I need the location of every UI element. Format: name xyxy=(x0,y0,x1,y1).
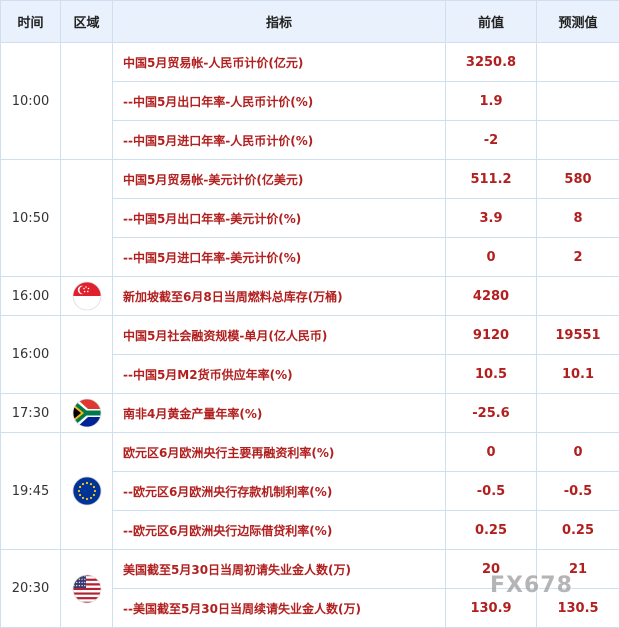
forecast-value xyxy=(537,121,619,160)
region-cell xyxy=(61,277,113,316)
indicator-name: --中国5月出口年率-美元计价(%) xyxy=(113,199,446,238)
forecast-value: 8 xyxy=(537,199,619,238)
table-row: 17:30 南非4月黄金产量年率(%)-25.6 xyxy=(1,394,619,433)
eu-flag-icon xyxy=(72,476,102,506)
forecast-value: 10.1 xyxy=(537,355,619,394)
previous-value: 4280 xyxy=(446,277,537,316)
blank-flag-icon xyxy=(72,338,102,368)
previous-value: 0.25 xyxy=(446,511,537,550)
singapore-flag-icon xyxy=(72,281,102,311)
forecast-value xyxy=(537,82,619,121)
table-row: 16:00中国5月社会融资规模-单月(亿人民币)912019551 xyxy=(1,316,619,355)
region-cell xyxy=(61,160,113,277)
indicator-name: --欧元区6月欧洲央行存款机制利率(%) xyxy=(113,472,446,511)
table-row: 10:50中国5月贸易帐-美元计价(亿美元)511.2580 xyxy=(1,160,619,199)
region-cell xyxy=(61,394,113,433)
indicator-name: 美国截至5月30日当周初请失业金人数(万) xyxy=(113,550,446,589)
release-time: 16:00 xyxy=(1,277,61,316)
previous-value: -25.6 xyxy=(446,394,537,433)
release-time: 10:00 xyxy=(1,43,61,160)
blank-flag-icon xyxy=(72,201,102,231)
header-previous: 前值 xyxy=(446,1,537,43)
indicator-name: 新加坡截至6月8日当周燃料总库存(万桶) xyxy=(113,277,446,316)
release-time: 20:30 xyxy=(1,550,61,628)
table-row: 19:45欧元区6月欧洲央行主要再融资利率(%)00 xyxy=(1,433,619,472)
table-body: 10:00中国5月贸易帐-人民币计价(亿元)3250.8--中国5月出口年率-人… xyxy=(1,43,619,628)
usa-flag-icon xyxy=(72,574,102,604)
table-header-row: 时间 区域 指标 前值 预测值 xyxy=(1,1,619,43)
indicator-name: 中国5月贸易帐-美元计价(亿美元) xyxy=(113,160,446,199)
indicator-name: --中国5月出口年率-人民币计价(%) xyxy=(113,82,446,121)
indicator-name: 中国5月社会融资规模-单月(亿人民币) xyxy=(113,316,446,355)
economic-calendar-table: 时间 区域 指标 前值 预测值 10:00中国5月贸易帐-人民币计价(亿元)32… xyxy=(0,0,619,628)
region-cell xyxy=(61,316,113,394)
indicator-name: --美国截至5月30日当周续请失业金人数(万) xyxy=(113,589,446,628)
region-cell xyxy=(61,433,113,550)
header-region: 区域 xyxy=(61,1,113,43)
south-africa-flag-icon xyxy=(72,398,102,428)
release-time: 19:45 xyxy=(1,433,61,550)
indicator-name: --中国5月M2货币供应年率(%) xyxy=(113,355,446,394)
indicator-name: --中国5月进口年率-人民币计价(%) xyxy=(113,121,446,160)
previous-value: 9120 xyxy=(446,316,537,355)
forecast-value: -0.5 xyxy=(537,472,619,511)
forecast-value xyxy=(537,277,619,316)
watermark-logo: FX678 xyxy=(490,573,573,598)
region-cell xyxy=(61,550,113,628)
forecast-value xyxy=(537,394,619,433)
previous-value: 10.5 xyxy=(446,355,537,394)
forecast-value: 0.25 xyxy=(537,511,619,550)
release-time: 16:00 xyxy=(1,316,61,394)
header-indicator: 指标 xyxy=(113,1,446,43)
previous-value: -0.5 xyxy=(446,472,537,511)
blank-flag-icon xyxy=(72,84,102,114)
previous-value: 3250.8 xyxy=(446,43,537,82)
previous-value: 0 xyxy=(446,433,537,472)
previous-value: 1.9 xyxy=(446,82,537,121)
release-time: 10:50 xyxy=(1,160,61,277)
forecast-value: 2 xyxy=(537,238,619,277)
table-row: 10:00中国5月贸易帐-人民币计价(亿元)3250.8 xyxy=(1,43,619,82)
previous-value: 511.2 xyxy=(446,160,537,199)
indicator-name: --欧元区6月欧洲央行边际借贷利率(%) xyxy=(113,511,446,550)
forecast-value: 0 xyxy=(537,433,619,472)
indicator-name: 南非4月黄金产量年率(%) xyxy=(113,394,446,433)
previous-value: 0 xyxy=(446,238,537,277)
header-time: 时间 xyxy=(1,1,61,43)
forecast-value xyxy=(537,43,619,82)
indicator-name: 中国5月贸易帐-人民币计价(亿元) xyxy=(113,43,446,82)
forecast-value: 580 xyxy=(537,160,619,199)
table-row: 16:00 新加坡截至6月8日当周燃料总库存(万桶)4280 xyxy=(1,277,619,316)
indicator-name: 欧元区6月欧洲央行主要再融资利率(%) xyxy=(113,433,446,472)
indicator-name: --中国5月进口年率-美元计价(%) xyxy=(113,238,446,277)
previous-value: -2 xyxy=(446,121,537,160)
region-cell xyxy=(61,43,113,160)
forecast-value: 19551 xyxy=(537,316,619,355)
release-time: 17:30 xyxy=(1,394,61,433)
header-forecast: 预测值 xyxy=(537,1,619,43)
previous-value: 3.9 xyxy=(446,199,537,238)
